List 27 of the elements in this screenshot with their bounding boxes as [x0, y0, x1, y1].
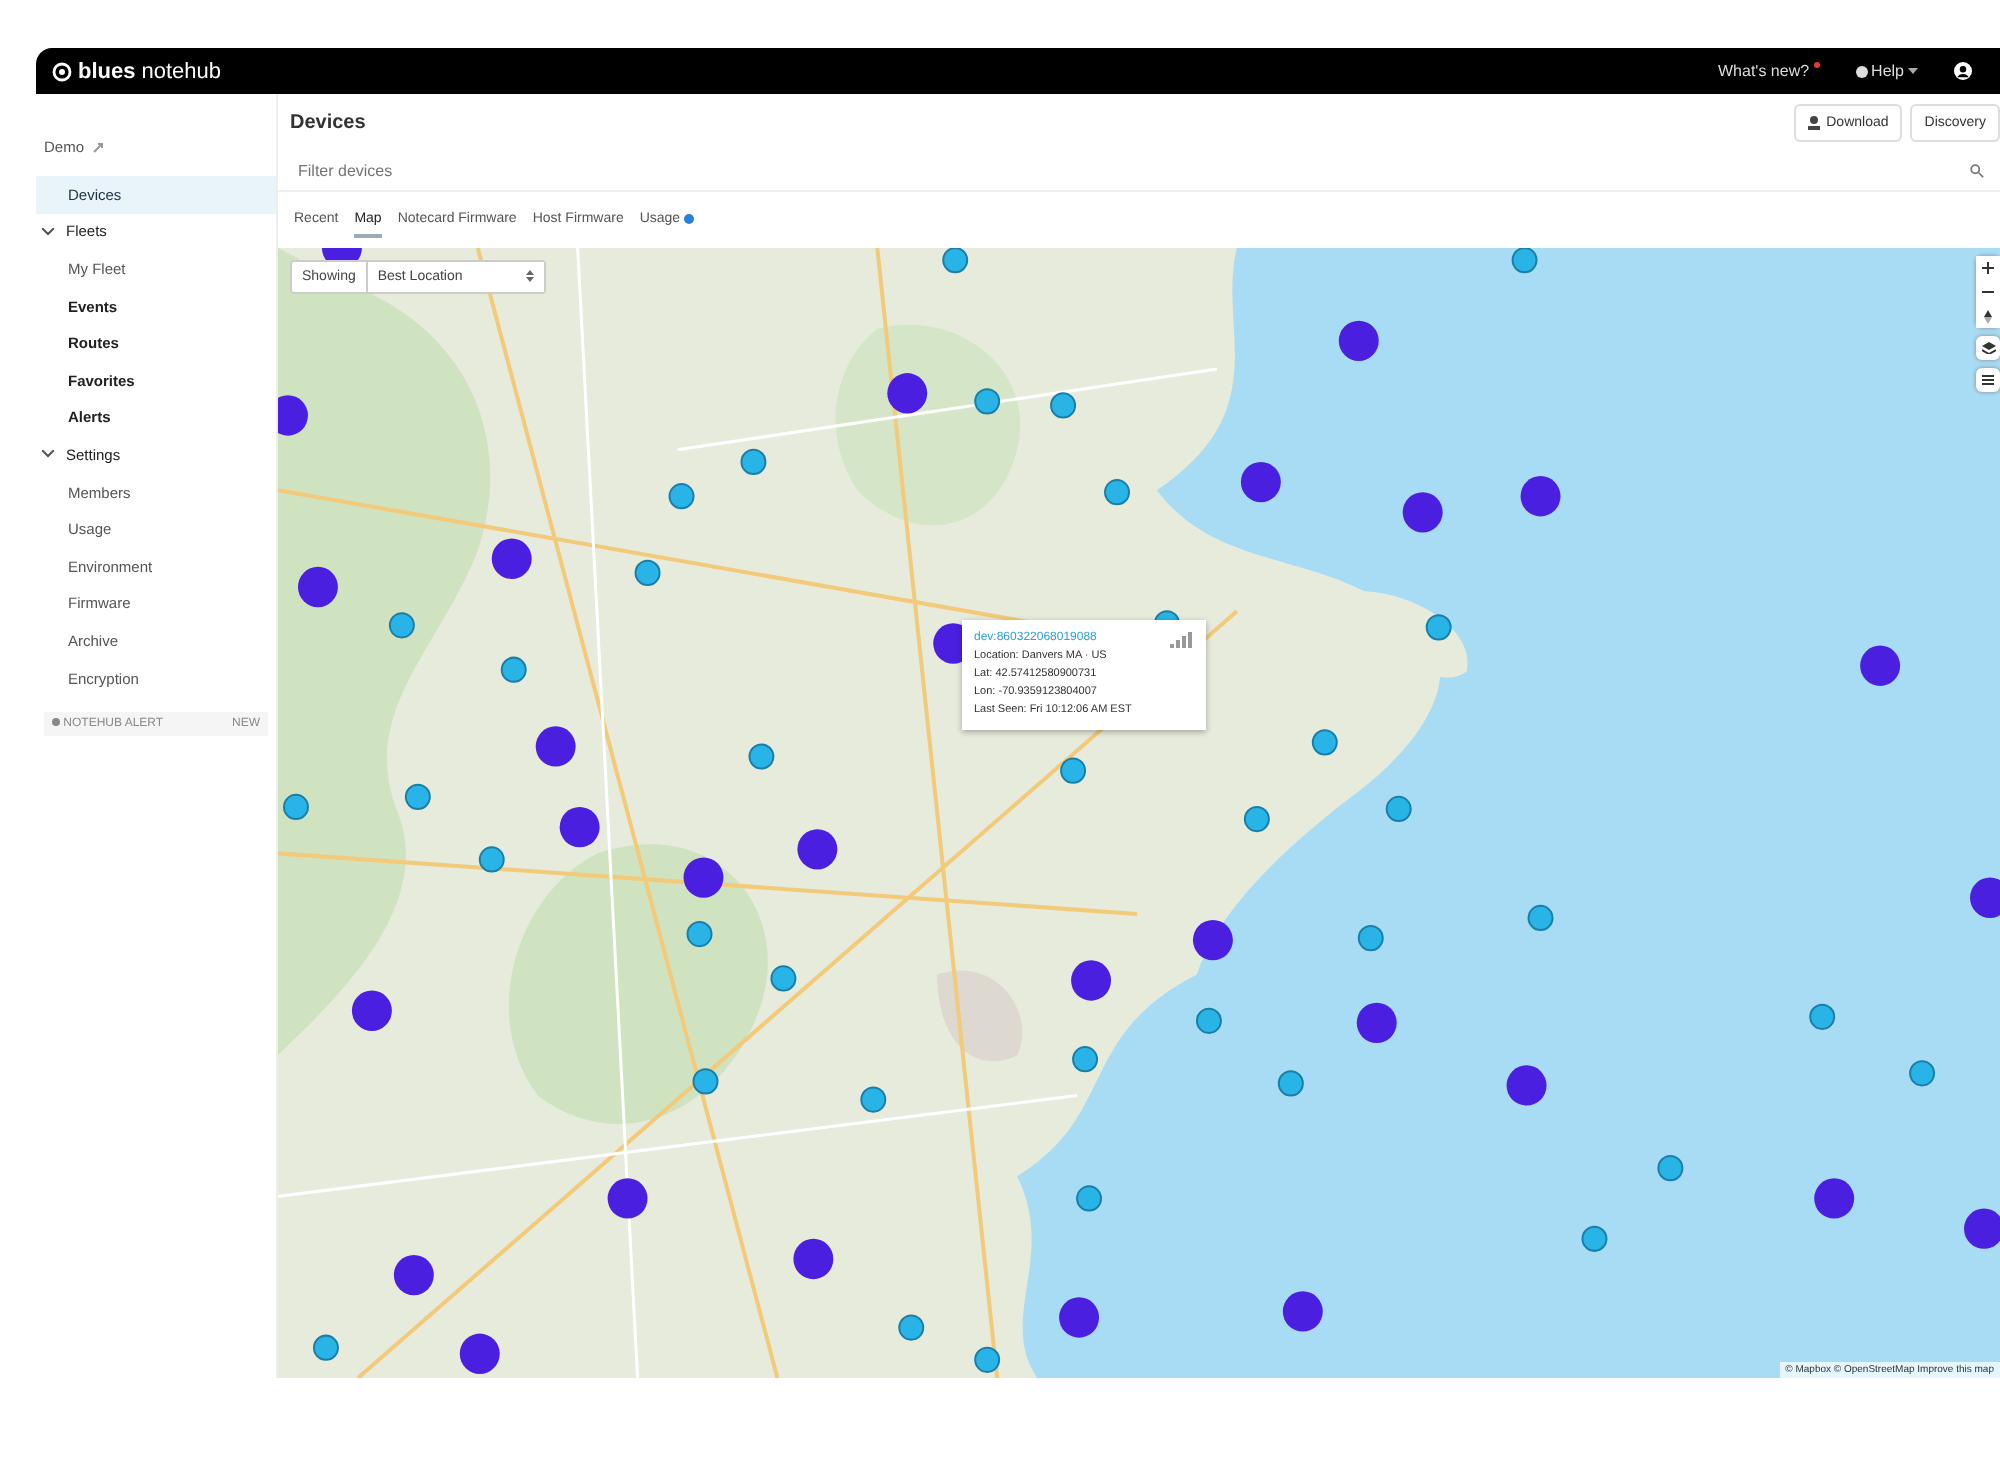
- layers-button[interactable]: [1976, 336, 2000, 360]
- search-icon: [1970, 163, 1984, 177]
- chevron-icon: [42, 450, 54, 459]
- minus-icon: [1982, 290, 1994, 294]
- layers-icon: [1981, 342, 1995, 354]
- info-icon: [684, 213, 695, 223]
- whats-new-link[interactable]: What's new?: [1718, 62, 1820, 80]
- logo-icon: [52, 61, 72, 81]
- settings-button[interactable]: [1976, 368, 2000, 392]
- list-icon: [1982, 374, 1994, 386]
- chevron-icon: [42, 227, 54, 236]
- compass-button[interactable]: [1976, 304, 2000, 328]
- signal-icon: [1170, 631, 1194, 647]
- help-menu[interactable]: Help: [1855, 62, 1918, 80]
- dot-icon: [52, 718, 60, 727]
- plus-icon: [1982, 262, 1994, 274]
- external-link-icon[interactable]: [92, 141, 105, 153]
- user-icon: [1808, 115, 1821, 129]
- brand-name: blues: [78, 59, 136, 83]
- search-field[interactable]: Filter devices: [294, 159, 1970, 181]
- zoom-in-button[interactable]: [1976, 256, 2000, 280]
- user-icon[interactable]: [1954, 62, 1972, 80]
- product-name: notehub: [141, 59, 221, 83]
- compass-icon: [1984, 309, 1992, 323]
- help-icon: [1855, 65, 1868, 77]
- caret-icon: [1908, 68, 1918, 74]
- page-title: Devices: [290, 111, 368, 133]
